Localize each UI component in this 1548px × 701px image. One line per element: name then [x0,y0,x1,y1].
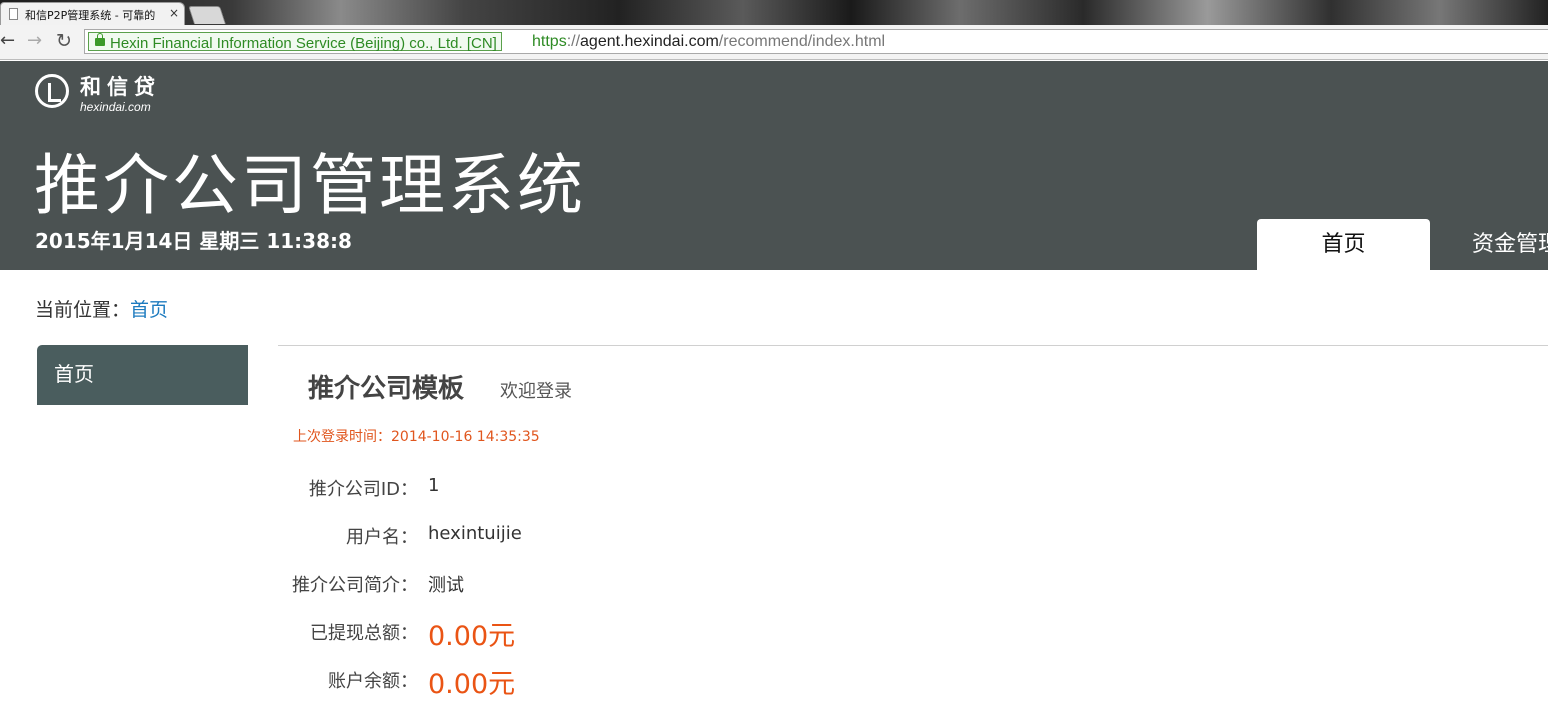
site-header: 和信贷 hexindai.com 推介公司管理系统 2015年1月14日 星期三… [0,61,1548,270]
nav-tab-home[interactable]: 首页 [1257,219,1430,270]
info-row-total-withdrawn: 已提现总额： 0.00元 [240,616,840,652]
lock-icon [95,33,105,46]
breadcrumb-home-link[interactable]: 首页 [130,299,168,321]
field-value: 测试 [428,575,464,596]
logo-domain: hexindai.com [80,100,151,114]
account-balance-amount: 0.00元 [428,669,516,700]
browser-tab[interactable]: 和信P2P管理系统 - 可靠的 × [0,2,185,25]
forward-arrow-icon[interactable]: → [27,31,42,51]
back-arrow-icon[interactable]: ← [0,31,15,51]
browser-toolbar: ← → ↻ Hexin Financial Information Servic… [0,25,1548,60]
total-withdrawn-amount: 0.00元 [428,621,516,652]
ev-certificate-text: Hexin Financial Information Service (Bei… [110,35,497,52]
sidebar-item-home[interactable]: 首页 [37,345,248,405]
url-scheme: https [532,33,567,50]
info-row-balance: 账户余额： 0.00元 [240,664,840,700]
system-title: 推介公司管理系统 [34,147,586,224]
url-path: /recommend/index.html [718,33,886,50]
ev-certificate-badge[interactable]: Hexin Financial Information Service (Bei… [88,32,502,52]
tab-close-icon[interactable]: × [169,6,179,20]
url-separator: :// [566,33,581,50]
logo-icon[interactable] [35,74,69,108]
tab-title: 和信P2P管理系统 - 可靠的 [25,9,156,22]
field-label: 已提现总额： [310,623,418,644]
page-title: 推介公司模板 [308,374,465,404]
breadcrumb-prefix: 当前位置： [35,299,131,321]
reload-icon[interactable]: ↻ [56,31,72,51]
info-row-company-id: 推介公司ID： 1 [240,472,840,502]
current-datetime: 2015年1月14日 星期三 11:38:8 [35,229,352,253]
field-label: 推介公司简介： [292,575,418,596]
field-label: 账户余额： [328,671,418,692]
url-host: agent.hexindai.com [580,33,719,50]
nav-tab-funds[interactable]: 资金管理 [1472,219,1548,270]
info-row-company-intro: 推介公司简介： 测试 [240,568,840,598]
browser-tab-strip: 和信P2P管理系统 - 可靠的 × [0,0,1548,25]
address-bar[interactable]: Hexin Financial Information Service (Bei… [84,29,1548,54]
field-value: 1 [428,475,440,496]
url-text[interactable]: https://agent.hexindai.com/recommend/ind… [532,33,885,51]
page-icon [9,8,18,20]
field-label: 用户名： [346,527,418,548]
field-value: hexintuijie [428,523,522,544]
welcome-text: 欢迎登录 [500,381,572,402]
breadcrumb: 当前位置：首页 [35,295,168,322]
field-label: 推介公司ID： [308,479,418,500]
last-login-time: 上次登录时间：2014-10-16 14:35:35 [293,429,540,445]
new-tab-button[interactable] [188,6,226,24]
content-divider [278,345,1548,346]
logo-text[interactable]: 和信贷 [80,75,161,99]
info-row-username: 用户名： hexintuijie [240,520,840,550]
